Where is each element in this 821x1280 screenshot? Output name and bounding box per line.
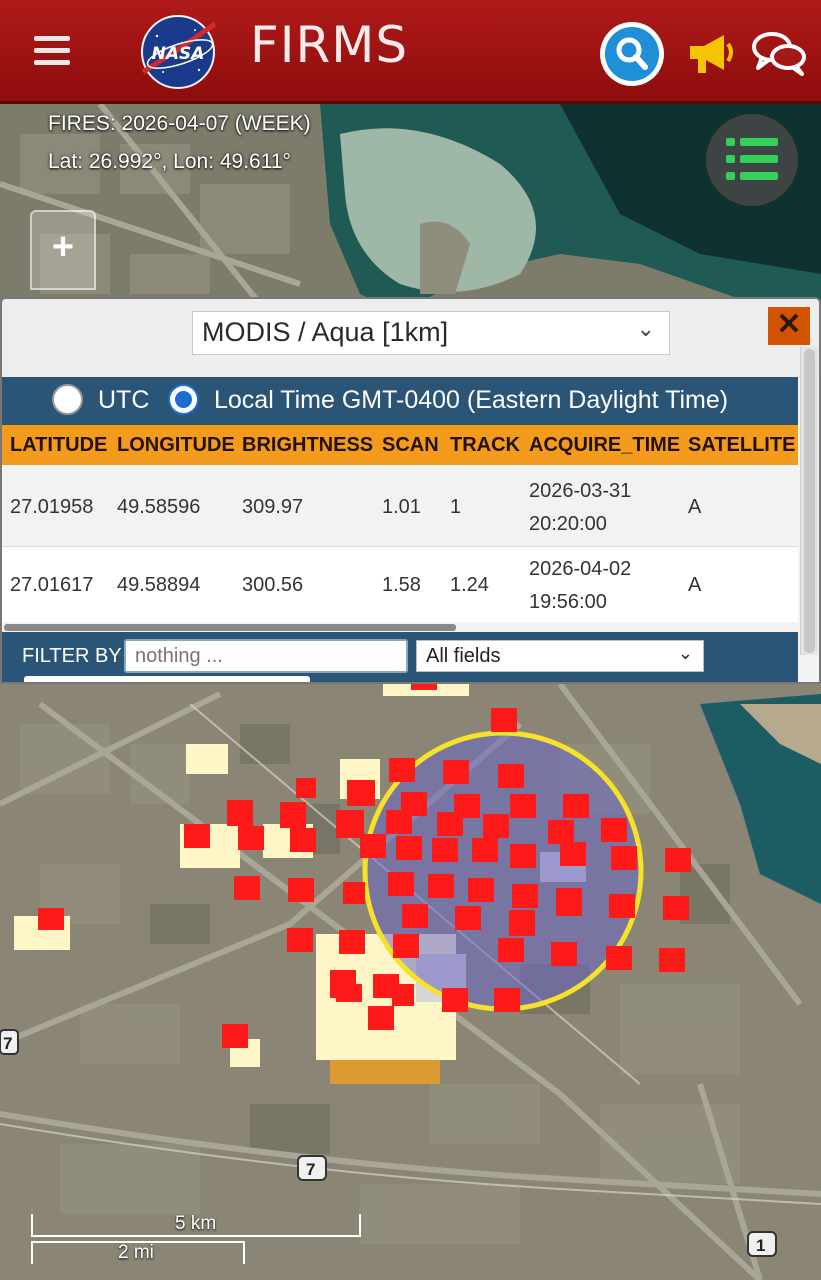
layers-list-button[interactable] xyxy=(706,114,798,206)
svg-text:1: 1 xyxy=(756,1236,765,1255)
column-header-scan[interactable]: SCAN xyxy=(382,434,439,457)
app-header: NASA FIRMS xyxy=(0,0,821,104)
scale-bar: 5 km 2 mi xyxy=(30,1212,370,1266)
list-icon xyxy=(726,138,778,180)
table-row[interactable]: 27.01958 49.58596 309.97 1.01 1 2026-03-… xyxy=(2,469,798,545)
filter-input[interactable] xyxy=(124,639,408,673)
scale-km-label: 5 km xyxy=(175,1213,217,1234)
svg-text:7: 7 xyxy=(3,1034,12,1053)
column-header-acquire-time[interactable]: ACQUIRE_TIME xyxy=(529,434,680,457)
cell-scan: 1.01 xyxy=(382,496,421,518)
filter-field-select[interactable]: All fields ⌄ xyxy=(416,640,704,672)
cell-acquire-date: 2026-04-02 xyxy=(529,558,632,580)
secondary-filter-input[interactable] xyxy=(24,676,310,682)
sensor-select[interactable]: MODIS / Aqua [1km] ⌄ xyxy=(192,311,670,355)
chevron-down-icon: ⌄ xyxy=(636,316,655,341)
zoom-in-button[interactable]: + xyxy=(30,210,96,290)
svg-text:NASA: NASA xyxy=(152,44,205,64)
close-button[interactable]: ✕ xyxy=(768,307,810,345)
cell-satellite: A xyxy=(688,496,702,518)
vertical-scrollbar[interactable] xyxy=(800,347,818,655)
cell-acquire-time: 20:20:00 xyxy=(529,513,607,535)
filter-bar: FILTER BY All fields ⌄ xyxy=(2,632,798,682)
filter-label: FILTER BY xyxy=(22,645,122,667)
nasa-logo: NASA xyxy=(141,15,217,89)
column-header-latitude[interactable]: LATITUDE xyxy=(10,434,107,457)
local-time-label[interactable]: Local Time GMT-0400 (Eastern Daylight Ti… xyxy=(214,386,728,415)
chevron-down-icon: ⌄ xyxy=(677,643,693,663)
filter-field-value: All fields xyxy=(426,645,501,667)
cell-acquire-time: 19:56:00 xyxy=(529,591,607,613)
cell-scan: 1.58 xyxy=(382,574,421,596)
megaphone-icon[interactable] xyxy=(686,30,736,78)
scale-mi-label: 2 mi xyxy=(118,1242,154,1263)
map-imagery: 7 7 1 xyxy=(0,104,821,1280)
chat-icon[interactable] xyxy=(750,30,808,76)
table-row[interactable]: 27.01617 49.58894 300.56 1.58 1.24 2026-… xyxy=(2,546,798,622)
scrollbar-thumb[interactable] xyxy=(804,349,815,653)
column-header-longitude[interactable]: LONGITUDE xyxy=(117,434,235,457)
column-header-satellite[interactable]: SATELLITE xyxy=(688,434,795,457)
svg-text:7: 7 xyxy=(306,1160,315,1179)
utc-radio[interactable] xyxy=(52,384,83,415)
horizontal-scrollbar[interactable] xyxy=(4,624,456,631)
cell-track: 1.24 xyxy=(450,574,489,596)
cell-longitude: 49.58596 xyxy=(117,496,201,518)
table-header: LATITUDE LONGITUDE BRIGHTNESS SCAN TRACK… xyxy=(2,425,798,465)
cell-acquire-date: 2026-03-31 xyxy=(529,480,632,502)
search-icon[interactable] xyxy=(598,20,666,88)
cell-latitude: 27.01958 xyxy=(10,496,94,518)
local-time-radio[interactable] xyxy=(168,384,199,415)
utc-label[interactable]: UTC xyxy=(98,386,149,415)
cursor-coordinates: Lat: 26.992°, Lon: 49.611° xyxy=(48,150,291,173)
menu-icon[interactable] xyxy=(34,36,70,66)
app-title: FIRMS xyxy=(250,16,409,74)
satellite-map[interactable]: 7 7 1 FIRES: 2026-04-07 (WEEK) Lat: 26.9… xyxy=(0,104,821,1280)
cell-brightness: 300.56 xyxy=(242,574,304,596)
column-header-track[interactable]: TRACK xyxy=(450,434,520,457)
cell-satellite: A xyxy=(688,574,702,596)
cell-latitude: 27.01617 xyxy=(10,574,94,596)
timezone-selector: UTC Local Time GMT-0400 (Eastern Dayligh… xyxy=(2,377,798,425)
fires-date-label: FIRES: 2026-04-07 (WEEK) xyxy=(48,112,311,135)
cell-longitude: 49.58894 xyxy=(117,574,201,596)
fire-results-panel: MODIS / Aqua [1km] ⌄ ✕ UTC Local Time GM… xyxy=(0,297,821,684)
column-header-brightness[interactable]: BRIGHTNESS xyxy=(242,434,373,457)
cell-track: 1 xyxy=(450,496,462,518)
sensor-select-value: MODIS / Aqua [1km] xyxy=(202,317,449,347)
cell-brightness: 309.97 xyxy=(242,496,304,518)
